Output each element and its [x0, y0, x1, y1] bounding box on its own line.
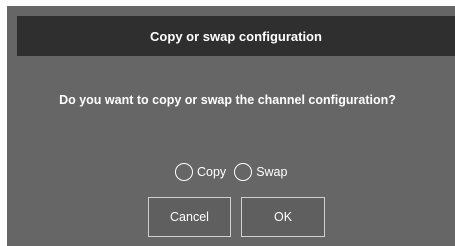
copy-swap-dialog: Copy or swap configuration — [7, 6, 455, 246]
cancel-button[interactable]: Cancel — [148, 197, 231, 237]
swap-radio-button[interactable] — [234, 163, 253, 181]
copy-radio-button[interactable] — [175, 163, 193, 181]
copy-radio-option[interactable]: Copy — [175, 163, 226, 181]
copy-radio-label[interactable]: Copy — [197, 165, 226, 179]
swap-radio-option[interactable]: Swap — [234, 163, 287, 181]
swap-radio-label[interactable]: Swap — [256, 165, 287, 179]
dialog-titlebar: Copy or swap configuration — [17, 16, 455, 56]
dialog-message: Do you want to copy or swap the channel … — [59, 93, 396, 107]
copy-swap-radio-group: Copy Swap — [175, 163, 295, 181]
dialog-title: Copy or swap configuration — [150, 28, 322, 44]
ok-button[interactable]: OK — [241, 197, 325, 237]
